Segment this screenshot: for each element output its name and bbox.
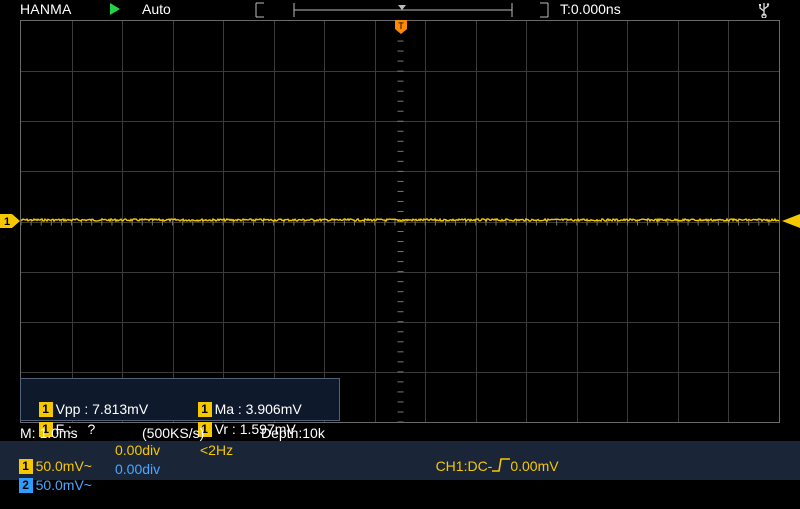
measurement-mean: 1 Ma : 3.906mV (182, 381, 302, 417)
ch2-status[interactable]: 2 50.0mV~ (3, 461, 92, 509)
ch1-level-marker[interactable]: 1 (0, 214, 20, 228)
trigger-mode-label[interactable]: Auto (142, 1, 171, 17)
trigger-position-marker[interactable]: T (395, 20, 407, 34)
trigger-position-label: T (398, 21, 404, 31)
ch2-scale: 50.0mV~ (35, 477, 92, 493)
trigger-status[interactable]: CH1:DC- 0.00mV (420, 442, 559, 490)
timebase-readout[interactable]: M: 1.0ms (20, 425, 78, 441)
time-offset-readout: T:0.000ns (560, 1, 621, 17)
brand-label: HANMA (20, 1, 72, 17)
graticule (21, 21, 779, 422)
memory-depth-readout[interactable]: Depth:10k (261, 425, 325, 441)
ch2-badge: 2 (18, 478, 33, 493)
measurement-frequency: 1F : ? (23, 401, 95, 437)
trigger-source: CH1:DC- (435, 458, 493, 474)
sample-rate-readout: (500KS/s) (142, 425, 205, 441)
play-icon[interactable] (110, 3, 120, 15)
measurement-vpp: 1 Vpp : 7.813mV (23, 381, 148, 417)
rising-edge-icon (492, 458, 511, 472)
memory-position-bar[interactable] (254, 1, 550, 19)
waveform-display[interactable] (20, 20, 780, 423)
usb-icon (759, 3, 770, 18)
ch1-level-label: 1 (4, 216, 10, 228)
channel-status-bar: 1 50.0mV~ 0.00div <2Hz CH1:DC- 0.00mV 2 50.… (0, 441, 800, 493)
measurement-panel: 1 Vpp : 7.813mV 1 Ma : 3.906mV 1F : ? 1 Vr … (20, 378, 340, 437)
trigger-level-marker[interactable] (782, 214, 800, 228)
trigger-level: 0.00mV (510, 458, 559, 474)
memory-position-arrow (398, 5, 406, 10)
ch1-waveform (21, 217, 779, 223)
ch1-offset: 0.00div (115, 442, 161, 458)
ch2-offset: 0.00div (115, 461, 161, 477)
ch1-frequency: <2Hz (200, 442, 234, 458)
measurement-vrms: 1 Vr : 1.597mV (182, 401, 296, 437)
